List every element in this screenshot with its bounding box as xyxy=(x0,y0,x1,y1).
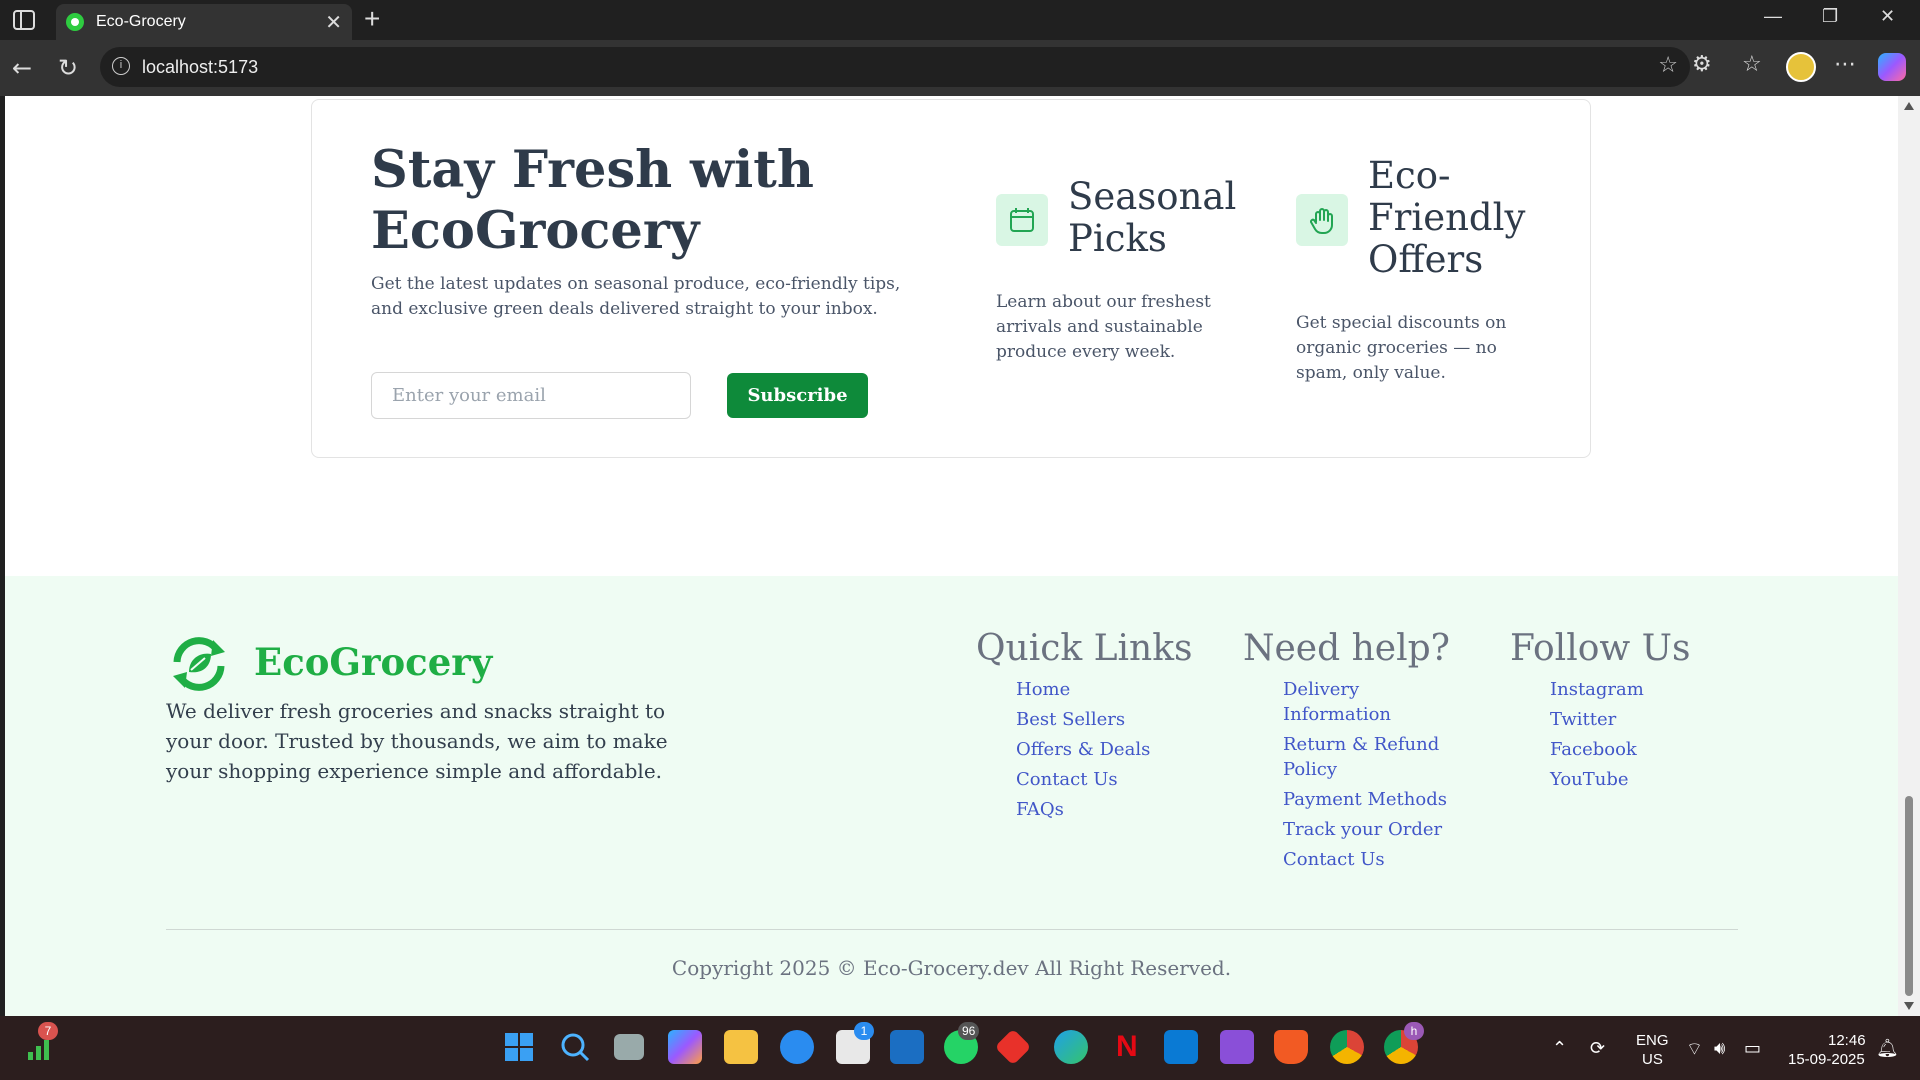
netflix-icon[interactable]: N xyxy=(1116,1030,1138,1064)
email-input[interactable] xyxy=(371,372,691,419)
outlook-icon[interactable] xyxy=(890,1030,924,1064)
brand-description: We deliver fresh groceries and snacks st… xyxy=(166,699,668,783)
restore-icon[interactable]: ❐ xyxy=(1822,6,1838,27)
eco-grocery-favicon-icon xyxy=(66,13,84,31)
wifi-icon[interactable]: ⌔ xyxy=(1686,1038,1703,1061)
site-footer: EcoGrocery We deliver fresh groceries an… xyxy=(5,576,1898,1016)
close-tab-icon[interactable]: ✕ xyxy=(325,10,342,35)
more-options-icon[interactable]: ⋯ xyxy=(1834,52,1856,77)
page-viewport: Stay Fresh with EcoGrocery Get the lates… xyxy=(5,96,1898,1016)
store-icon[interactable]: 1 xyxy=(836,1022,874,1064)
widgets-icon[interactable]: 7 xyxy=(24,1022,58,1064)
newsletter-title: Stay Fresh with EcoGrocery xyxy=(371,140,814,261)
sync-icon[interactable]: ⟳ xyxy=(1590,1038,1605,1059)
back-icon[interactable]: ← xyxy=(12,54,32,82)
whatsapp-badge: 96 xyxy=(958,1022,980,1040)
footer-link-instagram[interactable]: Instagram xyxy=(1550,677,1690,702)
footer-link-payment-methods[interactable]: Payment Methods xyxy=(1283,787,1463,812)
copyright-text: Copyright 2025 © Eco-Grocery.dev All Rig… xyxy=(671,956,1232,980)
clock-time[interactable]: 12:46 xyxy=(1828,1032,1866,1049)
footer-column-title: Quick Links xyxy=(976,628,1193,669)
start-windows-icon[interactable] xyxy=(502,1030,536,1064)
language-region: US xyxy=(1642,1051,1663,1068)
close-window-icon[interactable]: ✕ xyxy=(1880,6,1895,27)
calendar-icon xyxy=(996,194,1048,246)
help-app-icon[interactable] xyxy=(780,1030,814,1064)
browser-tab[interactable]: Eco-Grocery ✕ xyxy=(56,4,352,40)
footer-divider xyxy=(166,929,1738,930)
footer-link-facebook[interactable]: Facebook xyxy=(1550,737,1690,762)
feature-title: Eco-Friendly Offers xyxy=(1368,154,1526,281)
brave-icon[interactable] xyxy=(1274,1030,1308,1064)
show-hidden-icons-icon[interactable]: ⌃ xyxy=(1552,1038,1567,1059)
footer-link-twitter[interactable]: Twitter xyxy=(1550,707,1690,732)
eco-recycle-logo-icon xyxy=(173,637,225,691)
language-indicator[interactable]: ENG xyxy=(1636,1032,1669,1049)
windows-taskbar: 7 1 96 N h ⌃ ⟳ ENG US ⌔ 🔊︎ ▭ 12:46 15-09… xyxy=(0,1016,1920,1080)
scroll-thumb[interactable] xyxy=(1905,796,1913,996)
extensions-icon[interactable]: ⚙ xyxy=(1692,52,1712,77)
visual-studio-icon[interactable] xyxy=(1220,1030,1254,1064)
copilot-icon[interactable] xyxy=(1878,53,1906,81)
feature-description: Get special discounts on organic groceri… xyxy=(1296,313,1507,383)
scroll-up-arrow-icon[interactable] xyxy=(1904,102,1914,110)
subscribe-button[interactable]: Subscribe xyxy=(727,373,868,418)
profile-avatar[interactable] xyxy=(1786,52,1816,82)
chrome-icon[interactable] xyxy=(1330,1030,1364,1064)
tab-title: Eco-Grocery xyxy=(96,13,186,30)
footer-column-title: Need help? xyxy=(1243,628,1450,669)
url-text[interactable]: localhost:5173 xyxy=(142,57,258,78)
brand-name[interactable]: EcoGrocery xyxy=(254,640,492,684)
vscode-icon[interactable] xyxy=(1164,1030,1198,1064)
footer-link-home[interactable]: Home xyxy=(1016,677,1193,702)
sidebar-toggle-icon[interactable] xyxy=(12,9,36,31)
file-explorer-icon[interactable] xyxy=(724,1030,758,1064)
footer-link-contact-us[interactable]: Contact Us xyxy=(1016,767,1193,792)
widgets-badge: 7 xyxy=(38,1022,58,1040)
footer-link-offers-deals[interactable]: Offers & Deals xyxy=(1016,737,1193,762)
footer-link-best-sellers[interactable]: Best Sellers xyxy=(1016,707,1193,732)
edge-icon[interactable] xyxy=(1054,1030,1088,1064)
favorites-icon[interactable]: ☆ xyxy=(1742,52,1762,77)
feature-eco-friendly-offers: Eco-Friendly Offers Get special discount… xyxy=(1296,100,1566,400)
notification-bell-icon[interactable]: 🔔︎ xyxy=(1876,1038,1899,1059)
footer-link-return-refund-policy[interactable]: Return & Refund Policy xyxy=(1283,732,1443,782)
footer-link-youtube[interactable]: YouTube xyxy=(1550,767,1690,792)
task-view-icon[interactable] xyxy=(614,1034,644,1060)
store-badge: 1 xyxy=(854,1022,874,1040)
chrome-profile-badge: h xyxy=(1404,1022,1424,1040)
search-icon[interactable] xyxy=(558,1030,592,1064)
footer-column-need-help: Need help? Delivery Information Return &… xyxy=(1243,628,1463,877)
browser-toolbar: ← ↻ i localhost:5173 ☆ ⚙ ☆ ⋯ xyxy=(0,40,1920,96)
footer-link-track-order[interactable]: Track your Order xyxy=(1283,817,1463,842)
whatsapp-icon[interactable]: 96 xyxy=(944,1022,980,1064)
hand-icon xyxy=(1296,194,1348,246)
minimize-icon[interactable]: — xyxy=(1764,6,1782,27)
feature-seasonal-picks: Seasonal Picks Learn about our freshest … xyxy=(996,100,1236,400)
footer-link-contact-us[interactable]: Contact Us xyxy=(1283,847,1463,872)
page-scrollbar[interactable] xyxy=(1898,96,1920,1016)
feature-description: Learn about our freshest arrivals and su… xyxy=(996,292,1211,362)
reload-icon[interactable]: ↻ xyxy=(58,54,78,82)
chrome-profile-icon[interactable]: h xyxy=(1384,1022,1424,1064)
copilot-app-icon[interactable] xyxy=(668,1030,702,1064)
footer-column-title: Follow Us xyxy=(1510,628,1691,669)
volume-icon[interactable]: 🔊︎ xyxy=(1714,1038,1725,1059)
new-tab-icon[interactable]: + xyxy=(364,3,380,35)
browser-tab-bar: Eco-Grocery ✕ + — ❐ ✕ xyxy=(0,0,1920,40)
clock-date[interactable]: 15-09-2025 xyxy=(1788,1051,1865,1068)
newsletter-card: Stay Fresh with EcoGrocery Get the lates… xyxy=(311,99,1591,458)
feature-title: Seasonal Picks xyxy=(1068,175,1237,260)
newsletter-description: Get the latest updates on seasonal produ… xyxy=(371,274,901,319)
address-bar[interactable]: i localhost:5173 ☆ xyxy=(100,47,1690,87)
scroll-down-arrow-icon[interactable] xyxy=(1904,1002,1914,1010)
footer-column-quick-links: Quick Links Home Best Sellers Offers & D… xyxy=(976,628,1193,827)
footer-link-faqs[interactable]: FAQs xyxy=(1016,797,1193,822)
site-info-icon[interactable]: i xyxy=(112,57,130,75)
battery-icon[interactable]: ▭ xyxy=(1744,1038,1761,1059)
footer-link-delivery-information[interactable]: Delivery Information xyxy=(1283,677,1463,727)
anydesk-icon[interactable] xyxy=(994,1028,1032,1066)
favorite-star-icon[interactable]: ☆ xyxy=(1658,53,1678,78)
footer-column-follow-us: Follow Us Instagram Twitter Facebook You… xyxy=(1510,628,1690,797)
